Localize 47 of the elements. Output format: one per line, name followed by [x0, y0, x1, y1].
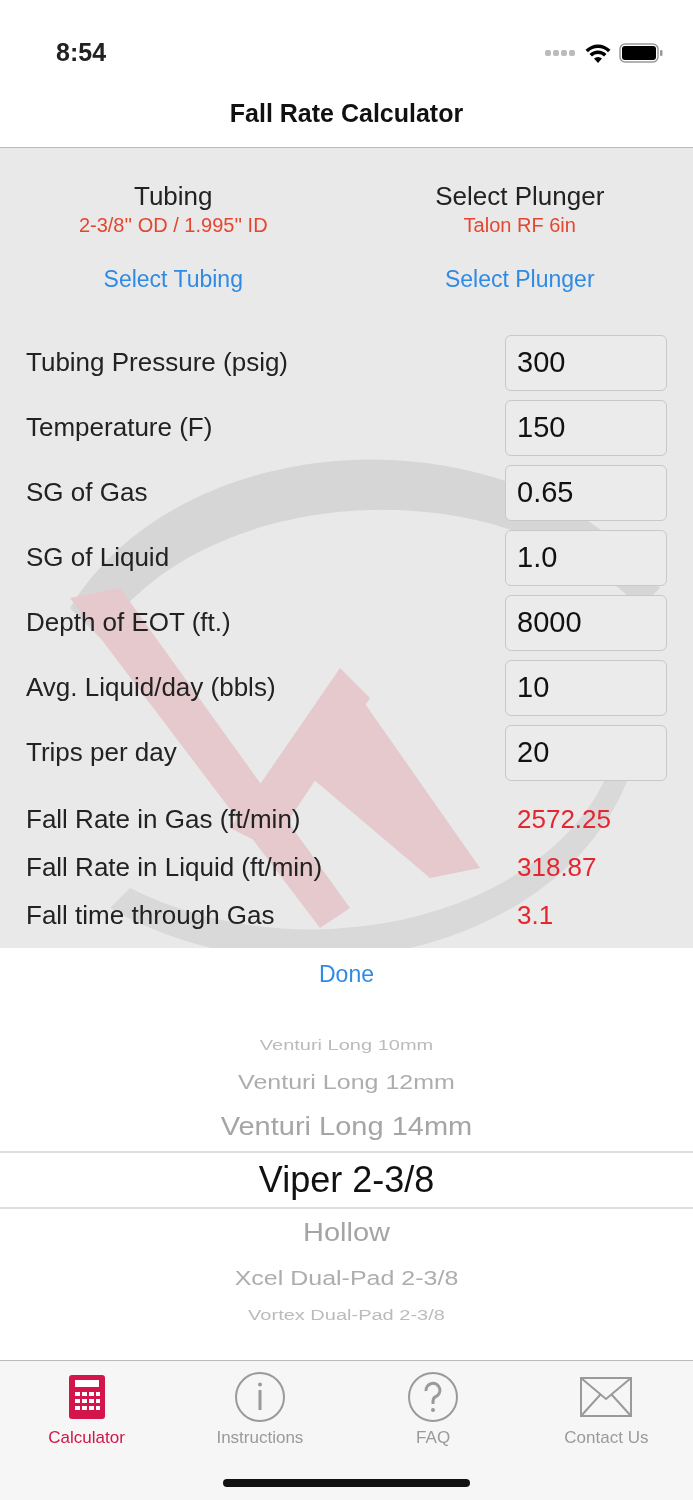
result-value: 2572.25 — [517, 802, 612, 836]
selector-title: Select Plunger — [434, 180, 606, 212]
input-field[interactable]: 0.65 — [505, 464, 667, 521]
signal-icon — [545, 49, 577, 57]
done-button[interactable]: Done — [319, 956, 374, 992]
input-field[interactable]: 1.0 — [505, 529, 667, 586]
select-link[interactable]: Select Plunger — [444, 262, 595, 297]
picker-item[interactable]: Viper 2-3/8 — [0, 1151, 693, 1209]
screen-title: Fall Rate Calculator — [229, 97, 464, 129]
input-field[interactable]: 8000 — [505, 594, 667, 651]
picker-item[interactable]: Venturi Long 10mm — [259, 1032, 434, 1058]
field-label: SG of Liquid — [26, 541, 170, 574]
select-link[interactable]: Select Tubing — [103, 262, 243, 297]
selector-value: Talon RF 6in — [462, 213, 577, 238]
selector-title: Tubing — [132, 180, 214, 212]
input-field[interactable]: 10 — [505, 659, 667, 716]
result-value: 3.1 — [517, 898, 555, 932]
result-label: Fall Rate in Liquid (ft/min) — [26, 850, 323, 884]
field-label: Temperature (F) — [26, 411, 213, 444]
input-field[interactable]: 150 — [505, 399, 667, 456]
input-field[interactable]: 20 — [505, 724, 667, 781]
input-field[interactable]: 300 — [505, 334, 667, 391]
battery-icon — [619, 43, 663, 63]
help-icon — [408, 1372, 459, 1422]
result-value: 318.87 — [517, 850, 598, 884]
tab-item[interactable]: Instructions — [173, 1361, 347, 1500]
field-label: Tubing Pressure (psig) — [26, 346, 289, 379]
calculator-icon — [68, 1375, 105, 1419]
clock-time: 8:54 — [56, 37, 107, 69]
picker-item[interactable]: Venturi Long 12mm — [238, 1064, 455, 1100]
field-label: Trips per day — [26, 736, 177, 769]
picker-item[interactable]: Venturi Long 14mm — [220, 1104, 473, 1150]
tab-item[interactable]: FAQ — [346, 1361, 520, 1500]
result-label: Fall Rate in Gas (ft/min) — [26, 802, 301, 836]
field-label: Depth of EOT (ft.) — [26, 606, 231, 639]
field-label: SG of Gas — [26, 476, 148, 509]
picker-item[interactable]: Vortex Dual-Pad 2-3/8 — [248, 1302, 445, 1328]
tab-item[interactable]: Calculator — [0, 1361, 174, 1500]
mail-icon — [580, 1377, 633, 1417]
selector-value: 2-3/8'' OD / 1.995'' ID — [77, 213, 269, 238]
info-icon — [234, 1372, 285, 1422]
tab-item[interactable]: Contact Us — [519, 1361, 693, 1500]
picker-item[interactable]: Xcel Dual-Pad 2-3/8 — [234, 1260, 459, 1296]
field-label: Avg. Liquid/day (bbls) — [26, 671, 276, 704]
picker-item[interactable]: Hollow — [303, 1210, 390, 1256]
wifi-icon — [585, 43, 611, 63]
result-label: Fall time through Gas — [26, 898, 275, 932]
